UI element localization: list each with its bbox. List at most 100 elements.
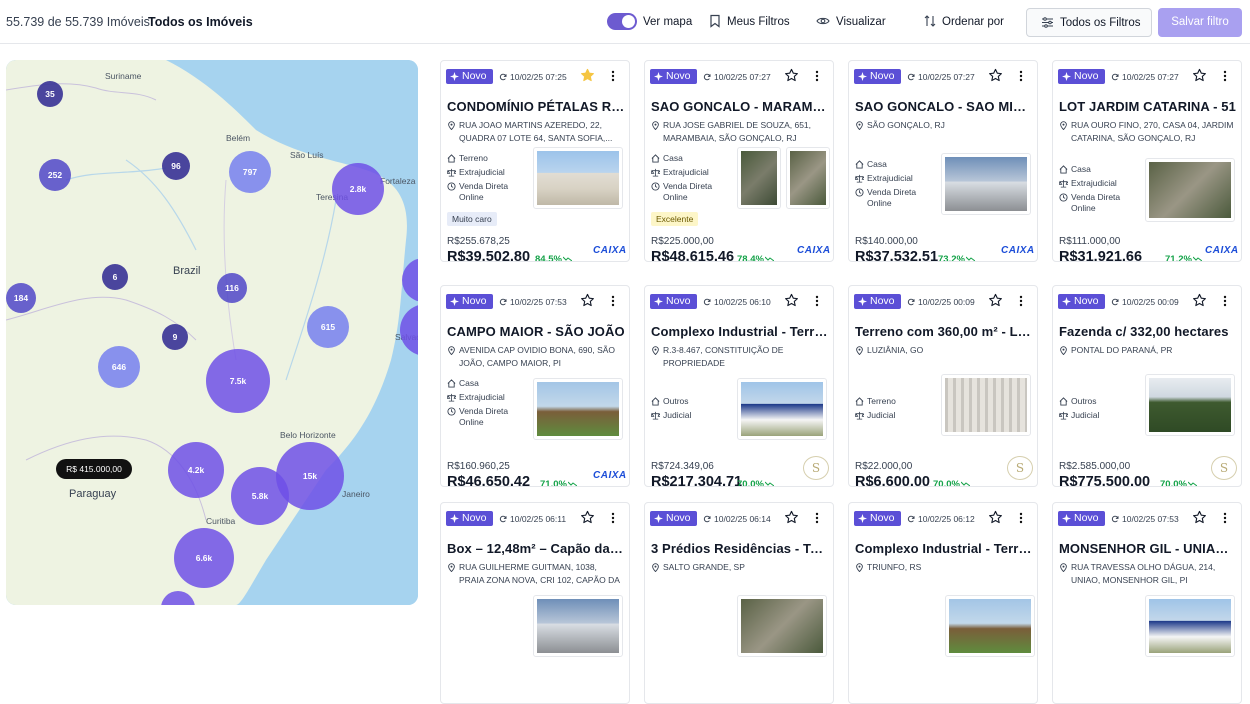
map-cluster-marker[interactable]: 252 [39, 159, 71, 191]
more-options-icon[interactable] [1019, 512, 1023, 524]
property-title[interactable]: Complexo Industrial - Terreno [855, 541, 1033, 556]
property-title[interactable]: Complexo Industrial - Terreno [651, 324, 829, 339]
map-price-marker[interactable]: R$ 415.000,00 [56, 459, 132, 479]
favorite-star-icon[interactable] [784, 510, 799, 525]
bookmark-icon[interactable] [708, 14, 722, 28]
more-options-icon[interactable] [611, 512, 615, 524]
favorite-star-icon[interactable] [1192, 293, 1207, 308]
property-title[interactable]: 3 Prédios Residências - Terreno [651, 541, 829, 556]
map-cluster-marker[interactable]: 6.6k [174, 528, 234, 588]
listing-date-value: 10/02/25 07:53 [510, 297, 567, 307]
map-toggle-label[interactable]: Ver mapa [643, 16, 692, 28]
property-card[interactable]: Novo 10/02/25 00:09 Terreno com 360,00 m² … [848, 285, 1038, 487]
more-options-icon[interactable] [1223, 512, 1227, 524]
property-card[interactable]: Novo 10/02/25 06:12 Complexo Industrial - … [848, 502, 1038, 704]
favorite-star-icon[interactable] [988, 68, 1003, 83]
more-options-icon[interactable] [815, 295, 819, 307]
property-title[interactable]: CAMPO MAIOR - SÃO JOÃO [447, 324, 625, 339]
more-options-icon[interactable] [611, 70, 615, 82]
discount-value: 73.2% [938, 254, 965, 262]
property-card[interactable]: Novo 10/02/25 07:53 MONSENHOR GIL - UNIAO … [1052, 502, 1242, 704]
map-cluster-marker[interactable]: 2.8k [332, 163, 384, 215]
property-photo[interactable] [1145, 595, 1235, 657]
property-photo[interactable] [941, 374, 1031, 436]
favorite-star-icon[interactable] [784, 293, 799, 308]
more-options-icon[interactable] [611, 295, 615, 307]
property-title[interactable]: SAO GONCALO - MARAMBAIA [651, 99, 829, 114]
sort-button[interactable]: Ordenar por [942, 16, 1004, 28]
property-title[interactable]: MONSENHOR GIL - UNIAO - PI [1059, 541, 1237, 556]
more-options-icon[interactable] [1019, 295, 1023, 307]
property-photo[interactable] [941, 153, 1031, 215]
sort-icon[interactable] [923, 14, 937, 28]
property-card[interactable]: Novo 10/02/25 07:53 CAMPO MAIOR - SÃO JOÃO… [440, 285, 630, 487]
map-cluster-marker[interactable]: 96 [162, 152, 190, 180]
favorite-star-icon[interactable] [784, 68, 799, 83]
map-panel[interactable]: Suriname Belém São Luís Fortaleza Teresi… [6, 60, 418, 605]
map-cluster-marker[interactable]: 4.2k [168, 442, 224, 498]
property-title[interactable]: SAO GONCALO - SAO MIGUEL [855, 99, 1033, 114]
favorite-star-icon[interactable] [580, 68, 595, 83]
property-card[interactable]: Novo 10/02/25 06:11 Box – 12,48m² – Capão … [440, 502, 630, 704]
more-options-icon[interactable] [1223, 70, 1227, 82]
property-photo[interactable] [533, 147, 623, 209]
eye-icon[interactable] [816, 14, 830, 28]
property-title[interactable]: Fazenda c/ 332,00 hectares [1059, 324, 1237, 339]
map-cluster-marker[interactable]: 615 [307, 306, 349, 348]
property-address: TRIUNFO, RS [855, 561, 1031, 574]
map-cluster-marker[interactable]: 35 [37, 81, 63, 107]
map-cluster-marker[interactable]: 6 [102, 264, 128, 290]
favorite-star-icon[interactable] [1192, 68, 1207, 83]
more-options-icon[interactable] [1223, 295, 1227, 307]
property-title[interactable]: Box – 12,48m² – Capão da Canoa [447, 541, 625, 556]
property-card[interactable]: Novo 10/02/25 07:27 SAO GONCALO - MARAMBAI… [644, 60, 834, 262]
property-photo[interactable] [737, 595, 827, 657]
map-cluster-marker[interactable]: 116 [217, 273, 247, 303]
favorite-star-icon[interactable] [988, 293, 1003, 308]
view-button[interactable]: Visualizar [836, 16, 886, 28]
property-card[interactable]: Novo 10/02/25 07:25 CONDOMÍNIO PÉTALAS RES… [440, 60, 630, 262]
favorite-star-icon[interactable] [988, 510, 1003, 525]
sparkle-icon [1062, 297, 1071, 306]
new-badge: Novo [1058, 69, 1105, 84]
property-title[interactable]: LOT JARDIM CATARINA - 51 [1059, 99, 1237, 114]
favorite-star-icon[interactable] [1192, 510, 1207, 525]
property-photo[interactable] [533, 595, 623, 657]
property-photo[interactable] [737, 147, 781, 209]
map-cluster-marker[interactable]: 15k [276, 442, 344, 510]
map-cluster-marker[interactable]: 797 [229, 151, 271, 193]
property-card[interactable]: Novo 10/02/25 06:10 Complexo Industrial - … [644, 285, 834, 487]
property-card[interactable]: Novo 10/02/25 00:09 Fazenda c/ 332,00 hect… [1052, 285, 1242, 487]
more-options-icon[interactable] [815, 512, 819, 524]
property-address-text: SÃO GONÇALO, RJ [867, 120, 945, 130]
property-photo[interactable] [786, 147, 830, 209]
map-cluster-marker[interactable]: 184 [6, 283, 36, 313]
map-cluster-marker[interactable]: 9 [162, 324, 188, 350]
favorite-star-icon[interactable] [580, 293, 595, 308]
property-photo[interactable] [533, 378, 623, 440]
refresh-icon [499, 515, 507, 523]
all-filters-button[interactable]: Todos os Filtros [1026, 8, 1152, 37]
property-type-label: Terreno [459, 153, 488, 163]
property-photo[interactable] [737, 378, 827, 440]
property-photo[interactable] [945, 595, 1035, 657]
save-filter-button[interactable]: Salvar filtro [1158, 8, 1242, 37]
discount-value: 70.0% [737, 479, 764, 487]
map-cluster-marker[interactable]: 7.5k [206, 349, 270, 413]
discount-percentage: 70.0% [1160, 479, 1198, 486]
map-cluster-marker[interactable]: 646 [98, 346, 140, 388]
property-card[interactable]: Novo 10/02/25 06:14 3 Prédios Residências … [644, 502, 834, 704]
more-options-icon[interactable] [815, 70, 819, 82]
map-toggle[interactable] [607, 13, 637, 30]
favorite-star-icon[interactable] [580, 510, 595, 525]
property-photo[interactable] [1145, 158, 1235, 222]
property-card[interactable]: Novo 10/02/25 07:27 LOT JARDIM CATARINA - … [1052, 60, 1242, 262]
property-title[interactable]: CONDOMÍNIO PÉTALAS RESIDENCIAL [447, 99, 625, 114]
property-title[interactable]: Terreno com 360,00 m² - Luziânia [855, 324, 1033, 339]
all-properties-label[interactable]: Todos os Imóveis [148, 15, 253, 29]
property-photo[interactable] [1145, 374, 1235, 436]
property-card[interactable]: Novo 10/02/25 07:27 SAO GONCALO - SAO MIGU… [848, 60, 1038, 262]
more-options-icon[interactable] [1019, 70, 1023, 82]
my-filters-button[interactable]: Meus Filtros [727, 16, 790, 28]
auction-modality: Judicial [651, 410, 733, 421]
